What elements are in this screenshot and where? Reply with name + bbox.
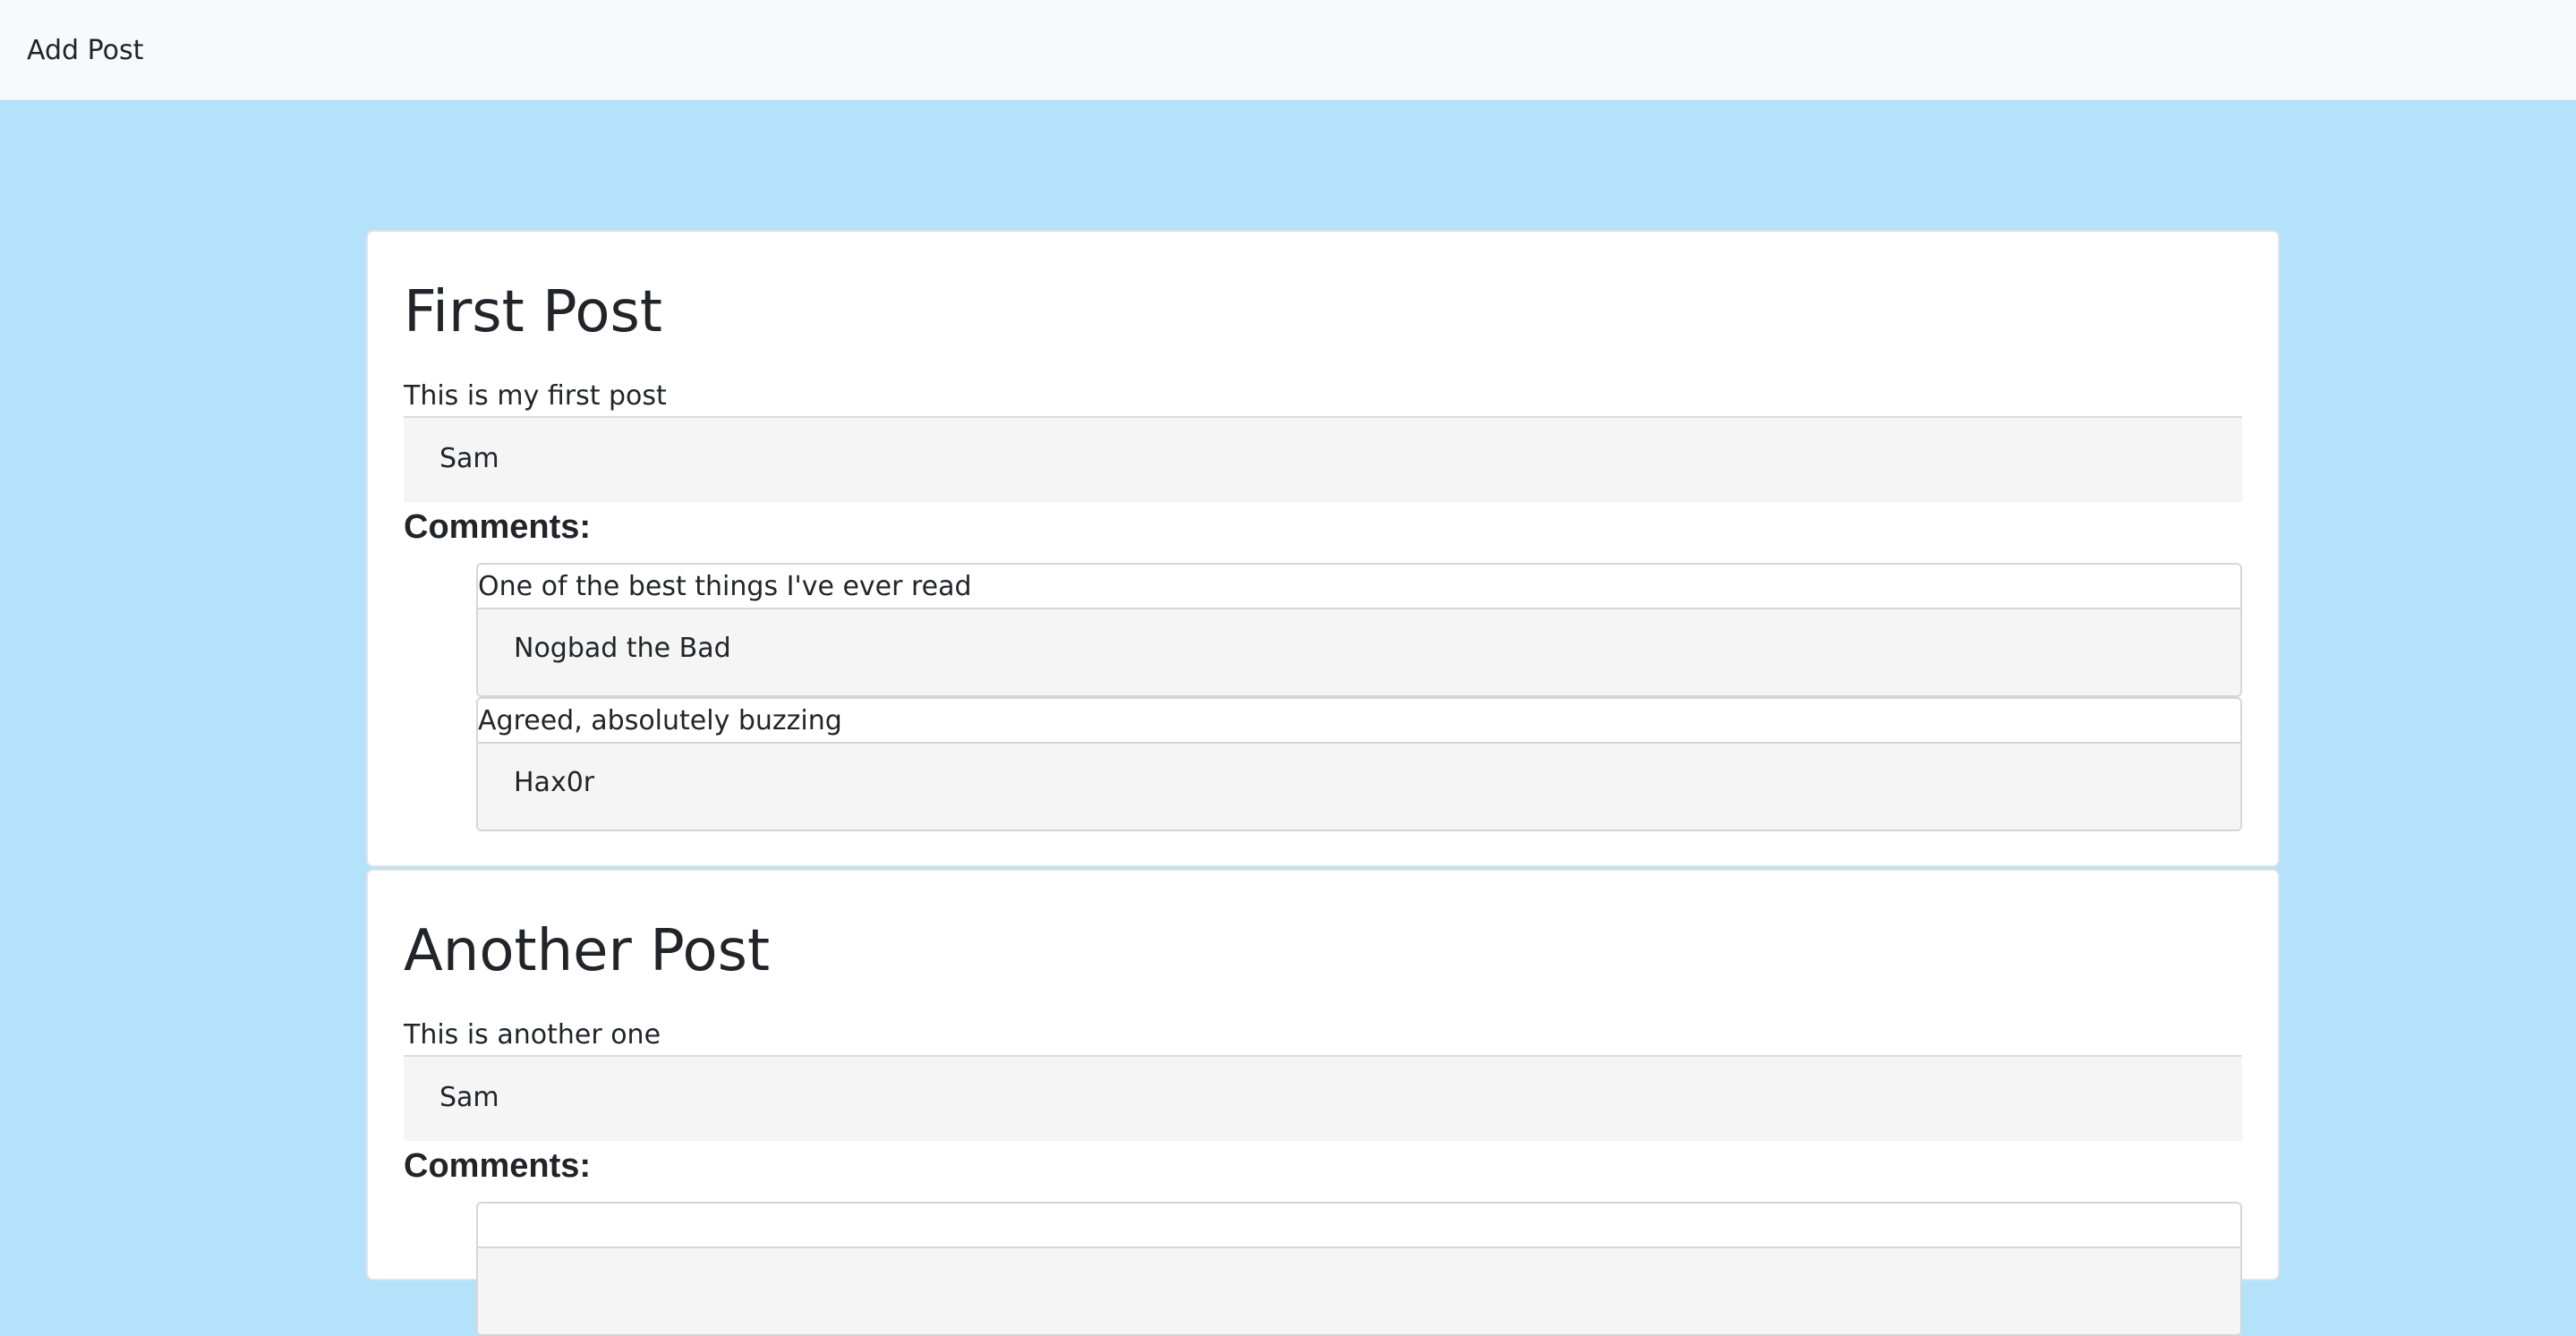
comment-text: Agreed, absolutely buzzing — [478, 705, 842, 736]
post-author-box: Sam — [404, 1055, 2242, 1141]
add-post-link[interactable]: Add Post — [27, 31, 143, 71]
post-author-box: Sam — [404, 416, 2242, 502]
post-title: First Post — [404, 279, 662, 345]
comment-card: One of the best things I've ever read No… — [476, 563, 2242, 697]
comments-heading: Comments: — [404, 508, 592, 546]
post-body: This is another one — [404, 1019, 661, 1051]
post-card-body: Another Post This is another one Sam Com… — [404, 871, 2242, 1336]
comment-author-box — [478, 1247, 2240, 1334]
post-author: Sam — [439, 443, 499, 474]
comment-author: Hax0r — [514, 767, 595, 798]
comment-author-box: Nogbad the Bad — [478, 608, 2240, 695]
comment-card: Agreed, absolutely buzzing Hax0r — [476, 697, 2242, 831]
comment-card — [476, 1202, 2242, 1336]
top-navbar: Add Post — [0, 0, 2576, 100]
post-card: First Post This is my first post Sam Com… — [366, 230, 2280, 867]
post-card-body: First Post This is my first post Sam Com… — [404, 232, 2242, 865]
post-author: Sam — [439, 1082, 499, 1113]
comments-heading: Comments: — [404, 1147, 592, 1185]
comment-author: Nogbad the Bad — [514, 633, 731, 664]
comment-text: One of the best things I've ever read — [478, 571, 972, 602]
post-body: This is my first post — [404, 380, 667, 412]
post-card: Another Post This is another one Sam Com… — [366, 869, 2280, 1336]
comment-author-box: Hax0r — [478, 742, 2240, 830]
post-title: Another Post — [404, 918, 771, 984]
